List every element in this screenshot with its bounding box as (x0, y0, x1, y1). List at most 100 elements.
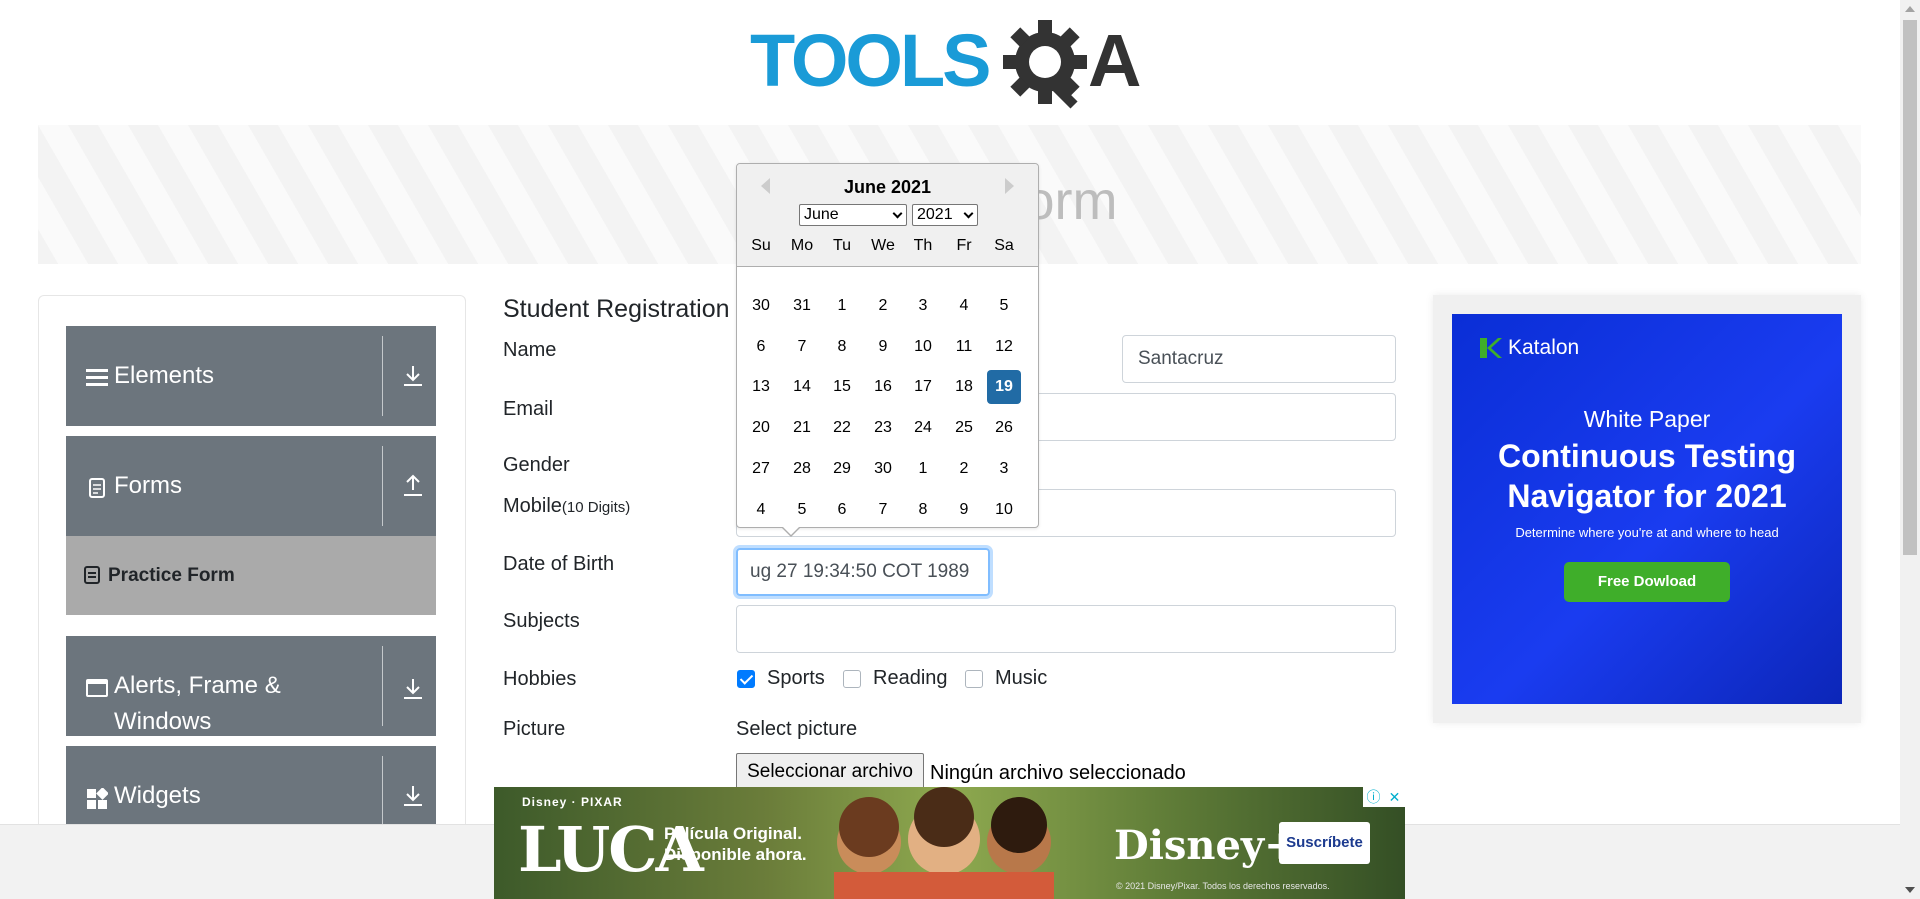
calendar-day[interactable]: 30 (866, 452, 900, 486)
calendar-day[interactable]: 14 (785, 370, 819, 404)
hobby-music[interactable]: Music (965, 667, 1047, 690)
hamburger-icon (86, 369, 108, 386)
calendar-day[interactable]: 6 (744, 330, 778, 364)
month-select-value: June (804, 206, 839, 223)
subjects-input[interactable] (736, 605, 1396, 653)
label-mobile-text: Mobile (503, 495, 562, 517)
checkbox-sports[interactable] (737, 669, 755, 688)
calendar-day[interactable]: 23 (866, 411, 900, 445)
window-icon (86, 679, 108, 697)
page: TOOLS A Practice Form Elements (0, 0, 1920, 899)
next-month-icon[interactable] (1005, 178, 1014, 194)
calendar-day[interactable]: 10 (906, 330, 940, 364)
dob-input[interactable]: ug 27 19:34:50 COT 1989 (736, 548, 990, 596)
label-subjects: Subjects (503, 610, 580, 632)
sidebar-group-elements[interactable]: Elements (66, 326, 436, 426)
upload-icon[interactable] (400, 473, 426, 499)
calendar-day[interactable]: 25 (947, 411, 981, 445)
calendar-day[interactable]: 26 (987, 411, 1021, 445)
katalon-brand: Katalon (1478, 336, 1579, 360)
choose-file-button[interactable]: Seleccionar archivo (736, 753, 924, 791)
calendar-day[interactable]: 9 (947, 493, 981, 527)
calendar-day[interactable]: 17 (906, 370, 940, 404)
calendar-day[interactable]: 29 (825, 452, 859, 486)
last-name-input[interactable]: Santacruz (1122, 335, 1396, 383)
datepicker-header: June 2021 June 2021 Su Mo Tu We Th Fr Sa (737, 164, 1038, 267)
divider (382, 446, 383, 526)
calendar-day[interactable]: 12 (987, 330, 1021, 364)
calendar-day[interactable]: 8 (906, 493, 940, 527)
calendar-day[interactable]: 10 (987, 493, 1021, 527)
calendar-day[interactable]: 7 (866, 493, 900, 527)
calendar-day[interactable]: 31 (785, 289, 819, 323)
calendar-day[interactable]: 16 (866, 370, 900, 404)
year-select[interactable]: 2021 (912, 204, 978, 226)
calendar-day[interactable]: 28 (785, 452, 819, 486)
calendar-day[interactable]: 15 (825, 370, 859, 404)
hobby-sports[interactable]: Sports (737, 667, 825, 690)
ad-characters-image (834, 787, 1054, 899)
calendar-day[interactable]: 2 (866, 289, 900, 323)
ad-tagline: Película Original. Disponible ahora. (664, 823, 807, 865)
month-select[interactable]: June (799, 204, 907, 226)
calendar-day[interactable]: 7 (785, 330, 819, 364)
calendar-day[interactable]: 21 (785, 411, 819, 445)
weekday-label: Sa (994, 237, 1014, 254)
calendar-day[interactable]: 5 (785, 493, 819, 527)
calendar-day[interactable]: 4 (947, 289, 981, 323)
katalon-brand-text: Katalon (1508, 336, 1580, 359)
ad-right-container: Katalon White Paper Continuous Testing N… (1433, 295, 1861, 723)
checkbox-music[interactable] (965, 669, 983, 688)
ad-info-icon[interactable]: ⓘ (1363, 787, 1384, 807)
luca-ad[interactable]: Disney · PIXAR LUCA Película Original. D… (494, 787, 1405, 899)
calendar-day[interactable]: 6 (825, 493, 859, 527)
calendar-day[interactable]: 3 (906, 289, 940, 323)
ad-tagline-line2: Disponible ahora. (664, 845, 807, 864)
calendar-day-selected[interactable]: 19 (987, 370, 1021, 404)
calendar-day[interactable]: 2 (947, 452, 981, 486)
hobby-reading[interactable]: Reading (843, 667, 948, 690)
widgets-icon (87, 788, 108, 809)
calendar-day[interactable]: 24 (906, 411, 940, 445)
ad-headline-line2: Navigator for 2021 (1507, 478, 1787, 514)
subscribe-button[interactable]: Suscríbete (1279, 822, 1370, 864)
calendar-day[interactable]: 4 (744, 493, 778, 527)
file-status: Ningún archivo seleccionado (930, 762, 1186, 784)
calendar-day[interactable]: 9 (866, 330, 900, 364)
calendar-day[interactable]: 27 (744, 452, 778, 486)
page-scrollbar[interactable] (1900, 0, 1920, 899)
logo-text-tools: TOOLS (750, 19, 989, 102)
scrollbar-thumb[interactable] (1903, 20, 1917, 555)
calendar-day[interactable]: 13 (744, 370, 778, 404)
calendar-day[interactable]: 1 (906, 452, 940, 486)
close-icon[interactable]: ✕ (1384, 787, 1405, 807)
weekday-label: Th (913, 237, 933, 254)
weekday-label: Su (751, 237, 771, 254)
katalon-ad[interactable]: Katalon White Paper Continuous Testing N… (1452, 314, 1842, 704)
free-download-button[interactable]: Free Dowload (1564, 562, 1730, 602)
scroll-up-icon[interactable] (1905, 6, 1915, 12)
sidebar-group-forms[interactable]: Forms (66, 436, 436, 536)
download-icon[interactable] (400, 363, 426, 389)
checkbox-reading[interactable] (843, 669, 861, 688)
toolsqa-logo[interactable]: TOOLS A (750, 18, 1155, 114)
calendar-day[interactable]: 30 (744, 289, 778, 323)
sidebar-item-practice-form[interactable]: Practice Form (66, 536, 436, 615)
calendar-day[interactable]: 11 (947, 330, 981, 364)
scroll-down-icon[interactable] (1905, 887, 1915, 893)
gear-icon (1003, 20, 1087, 109)
calendar-day[interactable]: 5 (987, 289, 1021, 323)
calendar-day[interactable]: 3 (987, 452, 1021, 486)
sidebar-group-label: Alerts, Frame & (114, 672, 281, 699)
download-icon[interactable] (400, 783, 426, 809)
calendar-day[interactable]: 1 (825, 289, 859, 323)
ad-headline: Continuous Testing Navigator for 2021 (1452, 436, 1842, 516)
calendar-day[interactable]: 20 (744, 411, 778, 445)
calendar-day[interactable]: 18 (947, 370, 981, 404)
calendar-day[interactable]: 22 (825, 411, 859, 445)
calendar-day[interactable]: 8 (825, 330, 859, 364)
ad-subtitle: White Paper (1583, 406, 1711, 432)
datepicker-popup: June 2021 June 2021 Su Mo Tu We Th Fr Sa 30 31 1… (736, 163, 1039, 537)
sidebar-group-alerts[interactable]: Alerts, Frame & Windows (66, 636, 436, 736)
download-icon[interactable] (400, 676, 426, 702)
